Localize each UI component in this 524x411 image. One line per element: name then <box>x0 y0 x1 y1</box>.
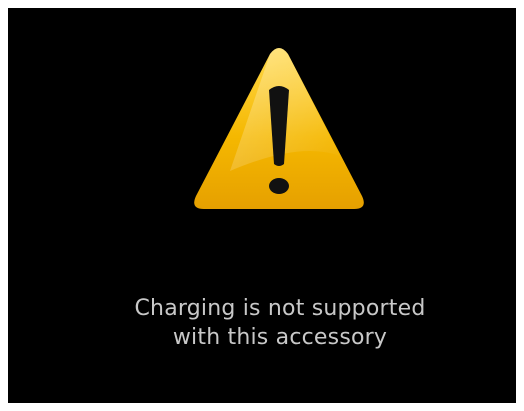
device-screen: Charging is not supported with this acce… <box>8 8 516 403</box>
message-line-2: with this accessory <box>172 325 388 350</box>
charging-warning-message: Charging is not supported with this acce… <box>8 294 524 352</box>
message-line-1: Charging is not supported <box>134 296 426 321</box>
warning-triangle-icon <box>194 48 364 209</box>
